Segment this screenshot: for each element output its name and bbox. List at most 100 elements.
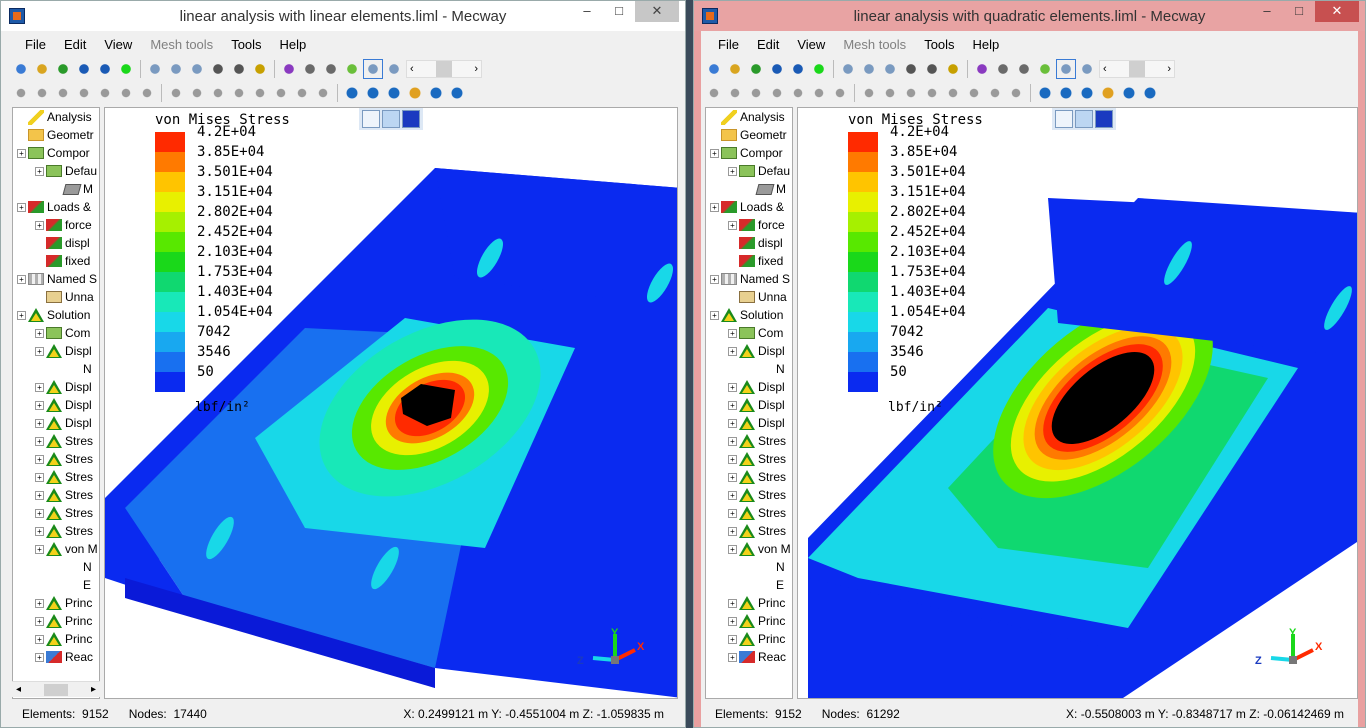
tree-item[interactable]: + Stres bbox=[13, 504, 99, 522]
menu-view[interactable]: View bbox=[95, 37, 141, 52]
expand-icon[interactable]: + bbox=[710, 274, 719, 284]
tree-item[interactable]: + Displ bbox=[13, 342, 99, 360]
menu-tools[interactable]: Tools bbox=[222, 37, 270, 52]
move-icon[interactable] bbox=[167, 84, 185, 102]
expand-icon[interactable]: + bbox=[728, 490, 737, 500]
merge-icon[interactable] bbox=[831, 84, 849, 102]
save-icon[interactable] bbox=[54, 60, 72, 78]
expand-icon[interactable]: + bbox=[728, 346, 737, 356]
menu-file[interactable]: File bbox=[16, 37, 55, 52]
tree-item[interactable]: N bbox=[13, 558, 99, 576]
plane-icon[interactable] bbox=[343, 60, 361, 78]
pan-icon[interactable] bbox=[944, 60, 962, 78]
menu-mesh-tools[interactable]: Mesh tools bbox=[834, 37, 915, 52]
chevron-left-icon[interactable]: ‹ bbox=[1103, 63, 1107, 75]
toolbar-scroller[interactable]: ‹ › bbox=[406, 60, 482, 78]
table-icon[interactable] bbox=[1141, 84, 1159, 102]
table-icon[interactable] bbox=[448, 84, 466, 102]
expand-icon[interactable]: + bbox=[728, 220, 737, 230]
open-icon[interactable] bbox=[726, 60, 744, 78]
zoom-icon[interactable] bbox=[902, 60, 920, 78]
expand-icon[interactable]: + bbox=[728, 598, 737, 608]
wireframe-view-icon[interactable] bbox=[362, 110, 380, 128]
expand-icon[interactable]: + bbox=[35, 616, 44, 626]
tree-item[interactable]: + Solution bbox=[706, 306, 792, 324]
tree-horizontal-scrollbar[interactable]: ◂ ▸ bbox=[12, 681, 100, 697]
merge-icon[interactable] bbox=[138, 84, 156, 102]
arrow-icon[interactable] bbox=[406, 84, 424, 102]
scale-icon[interactable] bbox=[902, 84, 920, 102]
tree-item[interactable]: + Defau bbox=[706, 162, 792, 180]
tree-item[interactable]: + Stres bbox=[706, 468, 792, 486]
line-icon[interactable] bbox=[1036, 84, 1054, 102]
expand-icon[interactable]: + bbox=[17, 148, 26, 158]
tree-item[interactable]: + force bbox=[13, 216, 99, 234]
tree-item[interactable]: + Stres bbox=[706, 522, 792, 540]
expand-icon[interactable]: + bbox=[710, 202, 719, 212]
close-button[interactable]: ✕ bbox=[635, 1, 679, 22]
maximize-button[interactable]: □ bbox=[605, 1, 633, 22]
tree-item[interactable]: + von M bbox=[13, 540, 99, 558]
tree-item[interactable]: Geometr bbox=[706, 126, 792, 144]
pan-icon[interactable] bbox=[251, 60, 269, 78]
expand-icon[interactable]: + bbox=[710, 148, 719, 158]
tree-item[interactable]: + Stres bbox=[13, 486, 99, 504]
tree-item[interactable]: + Solution bbox=[13, 306, 99, 324]
expand-icon[interactable]: + bbox=[728, 544, 737, 554]
tree-item[interactable]: + Displ bbox=[706, 378, 792, 396]
bowl-icon[interactable] bbox=[1057, 84, 1075, 102]
tree-item[interactable]: Analysis bbox=[13, 108, 99, 126]
wireframe-view-icon[interactable] bbox=[1055, 110, 1073, 128]
tree-item[interactable]: M bbox=[13, 180, 99, 198]
scroll-left-icon[interactable]: ◂ bbox=[16, 684, 21, 695]
expand-icon[interactable]: + bbox=[728, 508, 737, 518]
cube2-icon[interactable] bbox=[385, 60, 403, 78]
model-viewport[interactable]: von Mises Stress 4.2E+04 3.85E+04 3.501E+0… bbox=[104, 107, 678, 699]
maximize-button[interactable]: □ bbox=[1285, 1, 1313, 22]
line-icon[interactable] bbox=[343, 84, 361, 102]
fillet-icon[interactable] bbox=[1007, 84, 1025, 102]
view-top-icon[interactable] bbox=[188, 60, 206, 78]
chevron-left-icon[interactable]: ‹ bbox=[410, 63, 414, 75]
outline-tree[interactable]: Analysis Geometr + Compor + Defau M + Loads & + fo… bbox=[12, 107, 100, 699]
menu-edit[interactable]: Edit bbox=[748, 37, 788, 52]
film-icon[interactable] bbox=[1120, 84, 1138, 102]
mesh-b-icon[interactable] bbox=[994, 60, 1012, 78]
close-button[interactable]: ✕ bbox=[1315, 1, 1359, 22]
expand-icon[interactable]: + bbox=[35, 418, 44, 428]
tree-item[interactable]: + Stres bbox=[706, 486, 792, 504]
expand-icon[interactable]: + bbox=[17, 274, 26, 284]
tree-item[interactable]: + Reac bbox=[706, 648, 792, 666]
tree-item[interactable]: + Compor bbox=[13, 144, 99, 162]
equal-icon[interactable] bbox=[117, 60, 135, 78]
view-back-icon[interactable] bbox=[167, 60, 185, 78]
expand-icon[interactable]: + bbox=[35, 220, 44, 230]
scale-icon[interactable] bbox=[209, 84, 227, 102]
shaded-edges-view-icon[interactable] bbox=[1075, 110, 1093, 128]
tree-item[interactable]: + Stres bbox=[706, 432, 792, 450]
open-icon[interactable] bbox=[33, 60, 51, 78]
menu-edit[interactable]: Edit bbox=[55, 37, 95, 52]
film-icon[interactable] bbox=[427, 84, 445, 102]
expand-icon[interactable]: + bbox=[35, 472, 44, 482]
expand-icon[interactable]: + bbox=[35, 436, 44, 446]
tree-item[interactable]: N bbox=[13, 360, 99, 378]
view-top-icon[interactable] bbox=[881, 60, 899, 78]
title-bar[interactable]: linear analysis with linear elements.lim… bbox=[1, 1, 685, 31]
expand-icon[interactable]: + bbox=[728, 328, 737, 338]
hex-icon[interactable] bbox=[75, 84, 93, 102]
split-icon[interactable] bbox=[117, 84, 135, 102]
tree-item[interactable]: + Stres bbox=[706, 450, 792, 468]
tree-item[interactable]: + Princ bbox=[13, 630, 99, 648]
box-icon[interactable] bbox=[54, 84, 72, 102]
tree-item[interactable]: + Stres bbox=[706, 504, 792, 522]
save-icon[interactable] bbox=[747, 60, 765, 78]
zoom-icon[interactable] bbox=[209, 60, 227, 78]
expand-icon[interactable]: + bbox=[35, 544, 44, 554]
tree-item[interactable]: M bbox=[706, 180, 792, 198]
tree-item[interactable]: + Named S bbox=[13, 270, 99, 288]
minimize-button[interactable]: – bbox=[1253, 1, 1281, 22]
mesh-a-icon[interactable] bbox=[973, 60, 991, 78]
star-icon[interactable] bbox=[726, 84, 744, 102]
redo-icon[interactable] bbox=[789, 60, 807, 78]
